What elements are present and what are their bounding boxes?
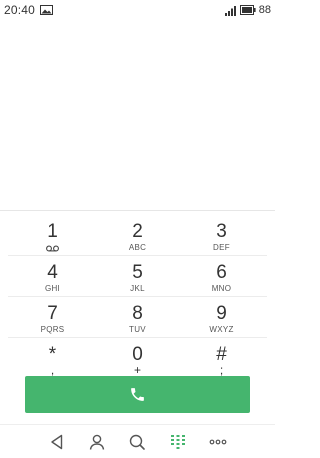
search-icon bbox=[129, 434, 145, 450]
number-display bbox=[0, 20, 275, 210]
key-letters: ABC bbox=[128, 243, 147, 252]
gallery-icon bbox=[40, 5, 54, 15]
status-time: 20:40 bbox=[4, 3, 36, 17]
bottom-nav-bar bbox=[0, 424, 275, 458]
status-bar: 20:40 88 bbox=[0, 0, 275, 20]
key-4[interactable]: 4 GHI bbox=[7, 256, 98, 297]
contacts-icon bbox=[89, 434, 105, 450]
status-right-group: 88 bbox=[224, 4, 271, 16]
key-8[interactable]: 8 TUV bbox=[92, 297, 183, 338]
key-letters: ; bbox=[219, 363, 224, 377]
key-hash[interactable]: # ; bbox=[176, 338, 267, 379]
key-letters: JKL bbox=[130, 284, 145, 293]
contacts-button[interactable] bbox=[86, 431, 108, 453]
dialpad-tab[interactable] bbox=[167, 431, 189, 453]
key-1[interactable]: 1 bbox=[7, 215, 98, 256]
key-digit: 0 bbox=[132, 344, 143, 365]
more-icon bbox=[209, 439, 227, 445]
key-letters: , bbox=[50, 363, 55, 377]
key-letters: GHI bbox=[44, 284, 61, 293]
dialpad: 1 2 ABC 3 DEF 4 GHI 5 JKL 6 MNO 7 PQRS 8… bbox=[0, 210, 275, 376]
key-6[interactable]: 6 MNO bbox=[176, 256, 267, 297]
key-digit: * bbox=[48, 344, 57, 365]
key-letters: WXYZ bbox=[209, 325, 234, 334]
key-letters: DEF bbox=[213, 243, 230, 252]
key-letters: MNO bbox=[211, 284, 232, 293]
key-letters: TUV bbox=[129, 325, 146, 334]
key-2[interactable]: 2 ABC bbox=[92, 215, 183, 256]
key-digit: 7 bbox=[47, 303, 58, 324]
key-letters: PQRS bbox=[40, 325, 65, 334]
key-digit: # bbox=[216, 344, 227, 365]
key-digit: 8 bbox=[132, 303, 143, 324]
battery-level: 88 bbox=[258, 4, 271, 16]
key-5[interactable]: 5 JKL bbox=[92, 256, 183, 297]
call-button[interactable] bbox=[25, 376, 250, 413]
search-button[interactable] bbox=[126, 431, 148, 453]
battery-icon bbox=[239, 5, 256, 15]
key-3[interactable]: 3 DEF bbox=[176, 215, 267, 256]
key-digit: 5 bbox=[132, 262, 143, 283]
key-7[interactable]: 7 PQRS bbox=[7, 297, 98, 338]
key-digit: 2 bbox=[132, 221, 143, 242]
back-icon bbox=[51, 434, 63, 450]
key-9[interactable]: 9 WXYZ bbox=[176, 297, 267, 338]
key-letters: + bbox=[133, 363, 141, 377]
voicemail-icon bbox=[46, 245, 59, 252]
more-button[interactable] bbox=[207, 431, 229, 453]
phone-icon bbox=[131, 388, 144, 401]
signal-icon bbox=[224, 5, 236, 16]
key-digit: 4 bbox=[47, 262, 58, 283]
back-button[interactable] bbox=[46, 431, 68, 453]
key-digit: 3 bbox=[216, 221, 227, 242]
key-digit: 1 bbox=[47, 221, 58, 242]
key-star[interactable]: * , bbox=[7, 338, 98, 379]
dialpad-icon bbox=[171, 435, 185, 449]
key-digit: 6 bbox=[216, 262, 227, 283]
key-digit: 9 bbox=[216, 303, 227, 324]
key-0[interactable]: 0 + bbox=[92, 338, 183, 379]
